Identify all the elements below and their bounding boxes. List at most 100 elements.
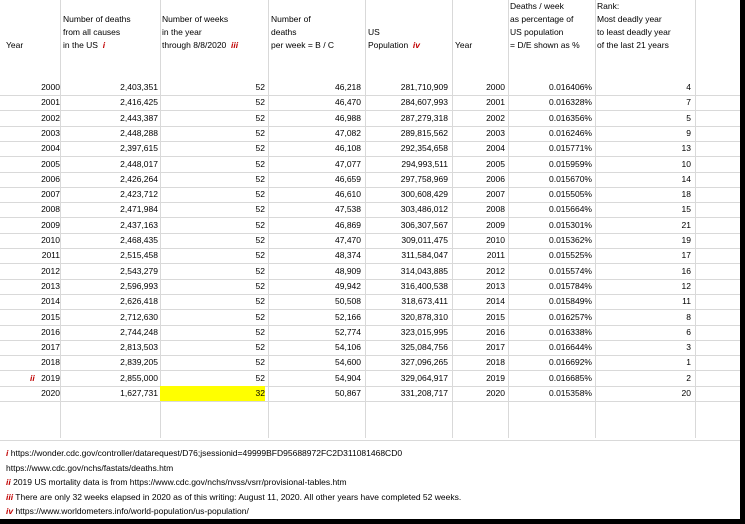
cell-percentage[interactable]: 0.015358% xyxy=(510,386,592,401)
cell-weeks[interactable]: 52 xyxy=(160,279,265,294)
cell-percentage[interactable]: 0.015525% xyxy=(510,248,592,263)
cell-weeks[interactable]: 52 xyxy=(160,310,265,325)
cell-percentage[interactable]: 0.016328% xyxy=(510,95,592,110)
cell-deaths[interactable]: 2,423,712 xyxy=(63,187,158,202)
cell-percentage[interactable]: 0.015574% xyxy=(510,264,592,279)
cell-year[interactable]: 2013 xyxy=(6,279,60,294)
cell-deaths[interactable]: 2,397,615 xyxy=(63,141,158,156)
cell-population[interactable]: 297,758,969 xyxy=(368,172,448,187)
cell-rank[interactable]: 6 xyxy=(597,325,691,340)
cell-population[interactable]: 311,584,047 xyxy=(368,248,448,263)
cell-percentage[interactable]: 0.016257% xyxy=(510,310,592,325)
cell-rank[interactable]: 5 xyxy=(597,111,691,126)
cell-year-repeat[interactable]: 2001 xyxy=(455,95,505,110)
cell-percentage[interactable]: 0.015959% xyxy=(510,157,592,172)
cell-year[interactable]: 2009 xyxy=(6,218,60,233)
cell-per-week[interactable]: 46,610 xyxy=(271,187,361,202)
cell-per-week[interactable]: 48,909 xyxy=(271,264,361,279)
cell-year-repeat[interactable]: 2017 xyxy=(455,340,505,355)
cell-deaths[interactable]: 2,543,279 xyxy=(63,264,158,279)
cell-percentage[interactable]: 0.015301% xyxy=(510,218,592,233)
cell-percentage[interactable]: 0.016246% xyxy=(510,126,592,141)
cell-rank[interactable]: 21 xyxy=(597,218,691,233)
cell-year-repeat[interactable]: 2019 xyxy=(455,371,505,386)
cell-year[interactable]: 2008 xyxy=(6,202,60,217)
cell-percentage[interactable]: 0.016685% xyxy=(510,371,592,386)
cell-deaths[interactable]: 2,855,000 xyxy=(63,371,158,386)
cell-deaths[interactable]: 2,515,458 xyxy=(63,248,158,263)
cell-deaths[interactable]: 2,813,503 xyxy=(63,340,158,355)
cell-population[interactable]: 320,878,310 xyxy=(368,310,448,325)
cell-deaths[interactable]: 2,426,264 xyxy=(63,172,158,187)
cell-year-repeat[interactable]: 2016 xyxy=(455,325,505,340)
cell-year[interactable]: 2014 xyxy=(6,294,60,309)
cell-year-repeat[interactable]: 2000 xyxy=(455,80,505,95)
cell-per-week[interactable]: 50,867 xyxy=(271,386,361,401)
cell-year[interactable]: 2011 xyxy=(6,248,60,263)
cell-population[interactable]: 303,486,012 xyxy=(368,202,448,217)
cell-rank[interactable]: 11 xyxy=(597,294,691,309)
cell-population[interactable]: 294,993,511 xyxy=(368,157,448,172)
cell-percentage[interactable]: 0.015664% xyxy=(510,202,592,217)
cell-weeks[interactable]: 52 xyxy=(160,340,265,355)
cell-weeks[interactable]: 52 xyxy=(160,111,265,126)
cell-rank[interactable]: 2 xyxy=(597,371,691,386)
cell-weeks[interactable]: 52 xyxy=(160,126,265,141)
cell-per-week[interactable]: 54,600 xyxy=(271,355,361,370)
cell-per-week[interactable]: 52,774 xyxy=(271,325,361,340)
cell-percentage[interactable]: 0.015362% xyxy=(510,233,592,248)
cell-per-week[interactable]: 49,942 xyxy=(271,279,361,294)
cell-rank[interactable]: 1 xyxy=(597,355,691,370)
cell-population[interactable]: 325,084,756 xyxy=(368,340,448,355)
cell-rank[interactable]: 17 xyxy=(597,248,691,263)
cell-year[interactable]: 2017 xyxy=(6,340,60,355)
cell-percentage[interactable]: 0.015505% xyxy=(510,187,592,202)
cell-rank[interactable]: 3 xyxy=(597,340,691,355)
cell-rank[interactable]: 20 xyxy=(597,386,691,401)
cell-deaths[interactable]: 2,448,288 xyxy=(63,126,158,141)
cell-weeks[interactable]: 52 xyxy=(160,355,265,370)
cell-deaths[interactable]: 2,596,993 xyxy=(63,279,158,294)
cell-rank[interactable]: 12 xyxy=(597,279,691,294)
cell-year-repeat[interactable]: 2014 xyxy=(455,294,505,309)
cell-deaths[interactable]: 2,416,425 xyxy=(63,95,158,110)
cell-deaths[interactable]: 2,468,435 xyxy=(63,233,158,248)
cell-rank[interactable]: 14 xyxy=(597,172,691,187)
cell-year-repeat[interactable]: 2005 xyxy=(455,157,505,172)
cell-deaths[interactable]: 1,627,731 xyxy=(63,386,158,401)
cell-year-repeat[interactable]: 2015 xyxy=(455,310,505,325)
footnote-text[interactable]: https://www.cdc.gov/nchs/fastats/deaths.… xyxy=(6,463,173,473)
cell-year-repeat[interactable]: 2003 xyxy=(455,126,505,141)
cell-weeks[interactable]: 52 xyxy=(160,80,265,95)
cell-weeks[interactable]: 52 xyxy=(160,264,265,279)
cell-percentage[interactable]: 0.015670% xyxy=(510,172,592,187)
cell-deaths[interactable]: 2,471,984 xyxy=(63,202,158,217)
cell-per-week[interactable]: 47,082 xyxy=(271,126,361,141)
cell-population[interactable]: 292,354,658 xyxy=(368,141,448,156)
cell-year-repeat[interactable]: 2010 xyxy=(455,233,505,248)
cell-year-repeat[interactable]: 2004 xyxy=(455,141,505,156)
cell-rank[interactable]: 10 xyxy=(597,157,691,172)
cell-weeks[interactable]: 52 xyxy=(160,233,265,248)
cell-year[interactable]: 2015 xyxy=(6,310,60,325)
footnote-text[interactable]: https://www.worldometers.info/world-popu… xyxy=(13,506,248,516)
cell-deaths[interactable]: 2,448,017 xyxy=(63,157,158,172)
cell-population[interactable]: 306,307,567 xyxy=(368,218,448,233)
footnote-text[interactable]: There are only 32 weeks elapsed in 2020 … xyxy=(13,492,461,502)
cell-rank[interactable]: 7 xyxy=(597,95,691,110)
cell-weeks[interactable]: 52 xyxy=(160,95,265,110)
cell-deaths[interactable]: 2,403,351 xyxy=(63,80,158,95)
cell-per-week[interactable]: 47,470 xyxy=(271,233,361,248)
cell-year[interactable]: 2002 xyxy=(6,111,60,126)
cell-rank[interactable]: 19 xyxy=(597,233,691,248)
cell-population[interactable]: 309,011,475 xyxy=(368,233,448,248)
cell-percentage[interactable]: 0.016356% xyxy=(510,111,592,126)
cell-population[interactable]: 287,279,318 xyxy=(368,111,448,126)
cell-deaths[interactable]: 2,712,630 xyxy=(63,310,158,325)
cell-year[interactable]: 2012 xyxy=(6,264,60,279)
cell-year[interactable]: 2020 xyxy=(6,386,60,401)
cell-per-week[interactable]: 47,077 xyxy=(271,157,361,172)
cell-weeks[interactable]: 52 xyxy=(160,218,265,233)
cell-year-repeat[interactable]: 2008 xyxy=(455,202,505,217)
cell-percentage[interactable]: 0.015784% xyxy=(510,279,592,294)
